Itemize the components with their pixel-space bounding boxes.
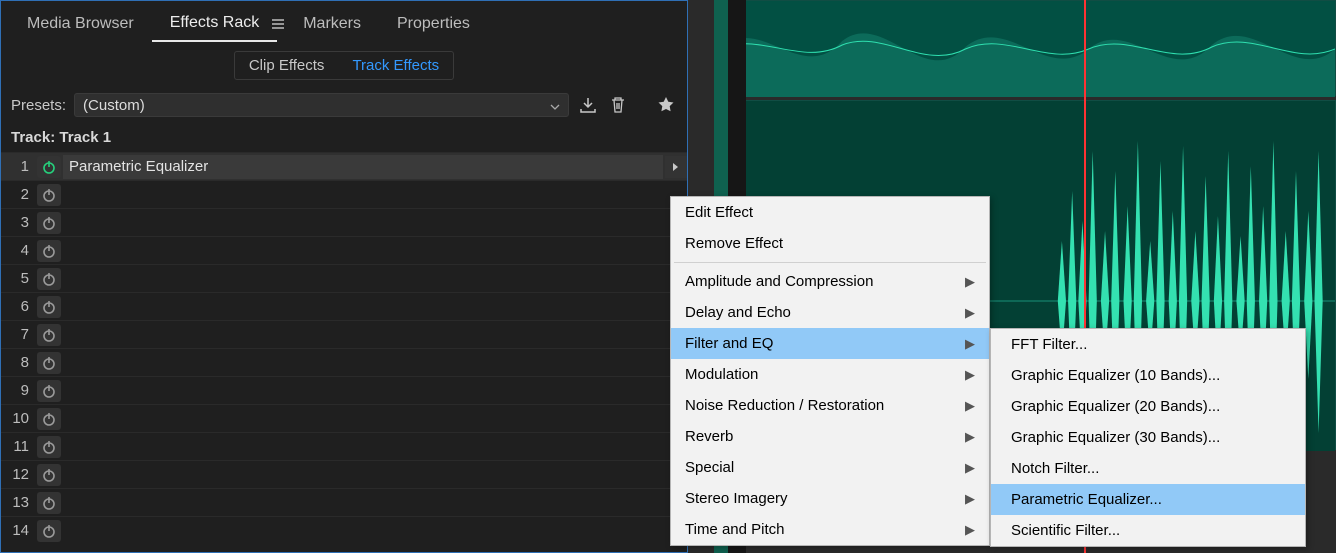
slot-number: 13 [1, 494, 35, 511]
slot-number: 11 [1, 438, 35, 455]
slot-number: 6 [1, 298, 35, 315]
effects-rack-panel: Media Browser Effects Rack Markers Prope… [0, 0, 688, 553]
submenu-graphic-eq-30[interactable]: Graphic Equalizer (30 Bands)... [991, 422, 1305, 453]
menu-noise-reduction[interactable]: Noise Reduction / Restoration▶ [671, 390, 989, 421]
menu-modulation[interactable]: Modulation▶ [671, 359, 989, 390]
submenu-graphic-eq-10[interactable]: Graphic Equalizer (10 Bands)... [991, 360, 1305, 391]
power-toggle-icon[interactable] [37, 520, 61, 542]
power-toggle-icon[interactable] [37, 380, 61, 402]
effect-slot-5[interactable]: 5 [1, 264, 687, 292]
effect-slot-10[interactable]: 10 [1, 404, 687, 432]
effect-slot-2[interactable]: 2 [1, 180, 687, 208]
effect-slot-13[interactable]: 13 [1, 488, 687, 516]
power-toggle-icon[interactable] [37, 156, 61, 178]
power-toggle-icon[interactable] [37, 408, 61, 430]
submenu-scientific-filter[interactable]: Scientific Filter... [991, 515, 1305, 546]
filter-eq-submenu: FFT Filter... Graphic Equalizer (10 Band… [990, 328, 1306, 547]
chevron-down-icon [550, 97, 560, 114]
effect-slot-11[interactable]: 11 [1, 432, 687, 460]
slot-number: 9 [1, 382, 35, 399]
power-toggle-icon[interactable] [37, 492, 61, 514]
menu-time-pitch[interactable]: Time and Pitch▶ [671, 514, 989, 545]
menu-delay-echo[interactable]: Delay and Echo▶ [671, 297, 989, 328]
submenu-arrow-icon: ▶ [965, 429, 975, 445]
submenu-arrow-icon: ▶ [965, 522, 975, 538]
slot-number: 2 [1, 186, 35, 203]
effect-context-menu: Edit Effect Remove Effect Amplitude and … [670, 196, 990, 546]
slot-number: 5 [1, 270, 35, 287]
power-toggle-icon[interactable] [37, 464, 61, 486]
effect-slot-7[interactable]: 7 [1, 320, 687, 348]
submenu-fft-filter[interactable]: FFT Filter... [991, 329, 1305, 360]
panel-tabs: Media Browser Effects Rack Markers Prope… [1, 1, 687, 45]
panel-menu-icon[interactable] [271, 11, 285, 35]
menu-separator [674, 262, 986, 263]
submenu-arrow-icon: ▶ [965, 398, 975, 414]
tab-markers[interactable]: Markers [285, 5, 379, 41]
slot-expand-icon[interactable] [665, 156, 687, 178]
waveform-track-top [718, 0, 1336, 96]
presets-row: Presets: (Custom) [1, 85, 687, 125]
preset-value: (Custom) [83, 97, 145, 114]
effect-slot-12[interactable]: 12 [1, 460, 687, 488]
slot-number: 3 [1, 214, 35, 231]
effect-slot-14[interactable]: 14 [1, 516, 687, 544]
slot-number: 8 [1, 354, 35, 371]
submenu-arrow-icon: ▶ [965, 491, 975, 507]
delete-preset-icon[interactable] [607, 94, 629, 116]
tab-effects-rack[interactable]: Effects Rack [152, 4, 278, 42]
slot-number: 1 [1, 158, 35, 175]
effect-slot-6[interactable]: 6 [1, 292, 687, 320]
tab-media-browser[interactable]: Media Browser [9, 5, 152, 41]
submenu-graphic-eq-20[interactable]: Graphic Equalizer (20 Bands)... [991, 391, 1305, 422]
effect-slot-3[interactable]: 3 [1, 208, 687, 236]
presets-label: Presets: [11, 97, 66, 114]
track-label: Track: Track 1 [1, 125, 687, 152]
submenu-arrow-icon: ▶ [965, 460, 975, 476]
favorite-star-icon[interactable] [655, 94, 677, 116]
menu-remove-effect[interactable]: Remove Effect [671, 228, 989, 259]
effect-slot-9[interactable]: 9 [1, 376, 687, 404]
power-toggle-icon[interactable] [37, 184, 61, 206]
submenu-arrow-icon: ▶ [965, 336, 975, 352]
slot-effect-name: Parametric Equalizer [63, 155, 663, 179]
presets-dropdown[interactable]: (Custom) [74, 93, 569, 117]
slot-number: 7 [1, 326, 35, 343]
menu-stereo-imagery[interactable]: Stereo Imagery▶ [671, 483, 989, 514]
power-toggle-icon[interactable] [37, 352, 61, 374]
submenu-notch-filter[interactable]: Notch Filter... [991, 453, 1305, 484]
power-toggle-icon[interactable] [37, 240, 61, 262]
subtab-clip-effects[interactable]: Clip Effects [235, 52, 339, 79]
menu-amplitude-compression[interactable]: Amplitude and Compression▶ [671, 266, 989, 297]
effect-slot-1[interactable]: 1 Parametric Equalizer [1, 152, 687, 180]
effect-slot-4[interactable]: 4 [1, 236, 687, 264]
submenu-arrow-icon: ▶ [965, 305, 975, 321]
tab-properties[interactable]: Properties [379, 5, 488, 41]
menu-reverb[interactable]: Reverb▶ [671, 421, 989, 452]
power-toggle-icon[interactable] [37, 296, 61, 318]
slot-number: 12 [1, 466, 35, 483]
effect-slot-8[interactable]: 8 [1, 348, 687, 376]
effect-slots: 1 Parametric Equalizer 2 3 4 5 6 7 8 9 1… [1, 152, 687, 552]
power-toggle-icon[interactable] [37, 212, 61, 234]
subtab-track-effects[interactable]: Track Effects [338, 52, 453, 79]
power-toggle-icon[interactable] [37, 324, 61, 346]
slot-number: 10 [1, 410, 35, 427]
save-preset-icon[interactable] [577, 94, 599, 116]
submenu-parametric-equalizer[interactable]: Parametric Equalizer... [991, 484, 1305, 515]
slot-number: 4 [1, 242, 35, 259]
effect-scope-tabs: Clip Effects Track Effects [1, 45, 687, 85]
slot-number: 14 [1, 522, 35, 539]
submenu-arrow-icon: ▶ [965, 367, 975, 383]
power-toggle-icon[interactable] [37, 436, 61, 458]
menu-filter-eq[interactable]: Filter and EQ▶ [671, 328, 989, 359]
power-toggle-icon[interactable] [37, 268, 61, 290]
menu-edit-effect[interactable]: Edit Effect [671, 197, 989, 228]
menu-special[interactable]: Special▶ [671, 452, 989, 483]
submenu-arrow-icon: ▶ [965, 274, 975, 290]
